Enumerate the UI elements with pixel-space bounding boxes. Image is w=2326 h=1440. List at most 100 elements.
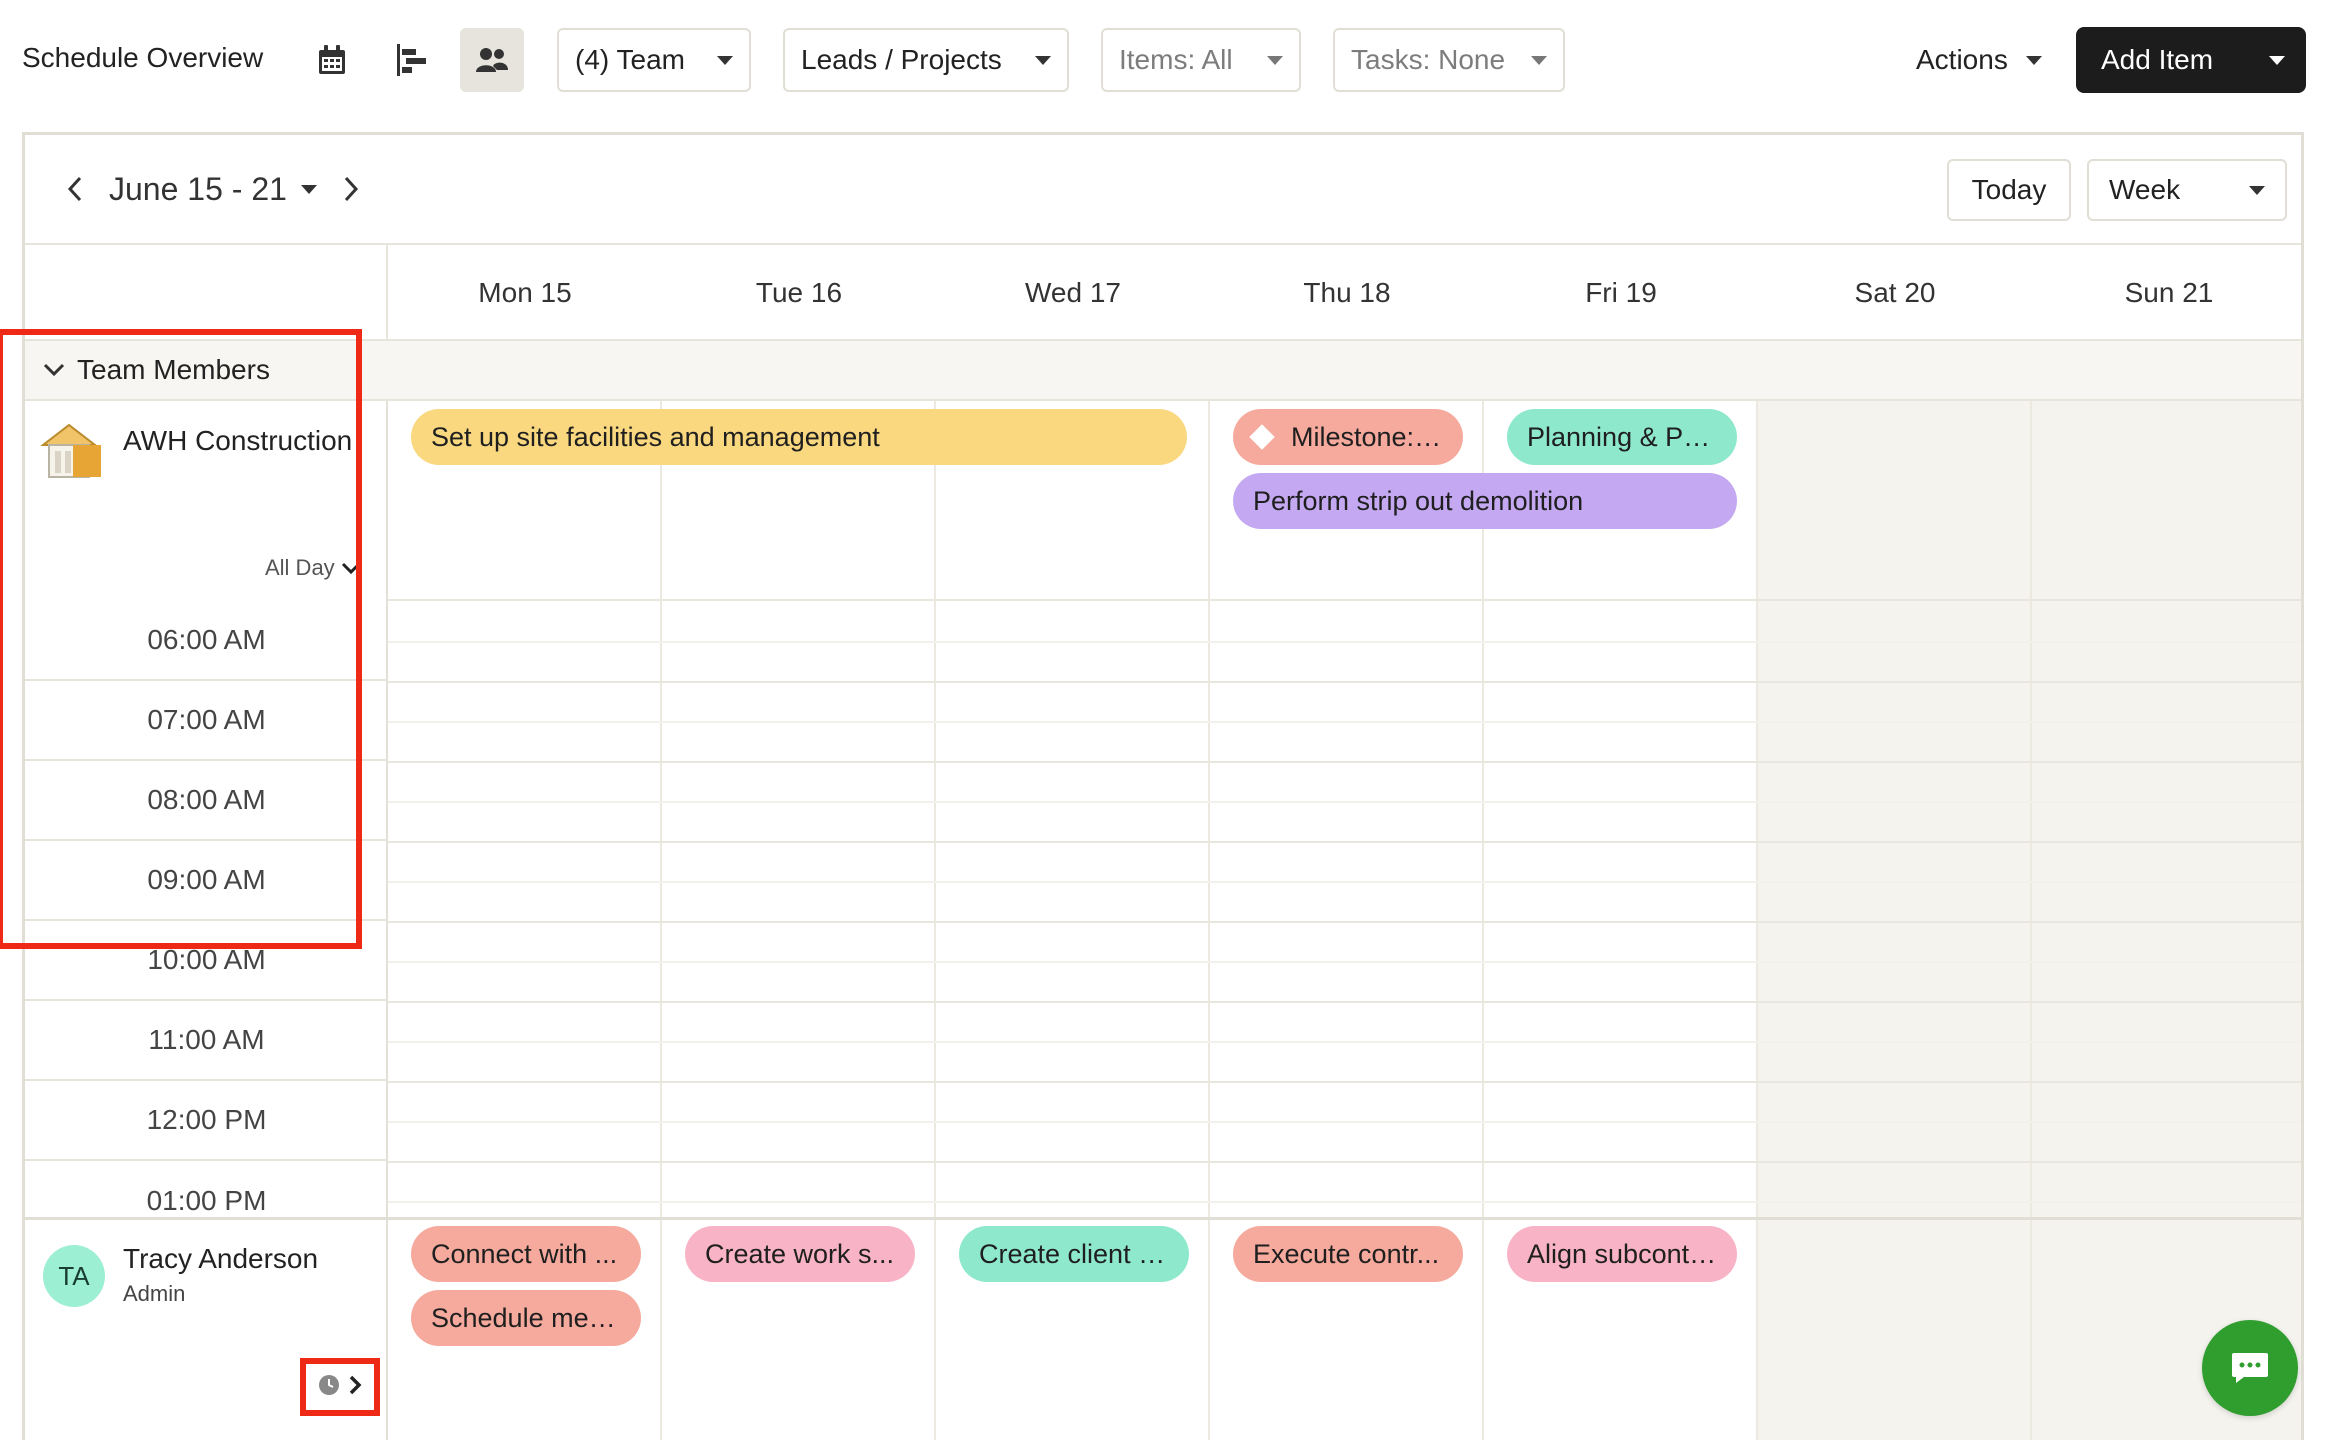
resource-separator bbox=[25, 1217, 2301, 1220]
event-title: Schedule mee... bbox=[431, 1302, 621, 1333]
chevron-down-icon bbox=[2025, 55, 2042, 65]
today-button[interactable]: Today bbox=[1947, 159, 2071, 221]
day-header-thu: Thu 18 bbox=[1303, 277, 1391, 308]
half-hour-line bbox=[388, 881, 2301, 883]
chevron-right-icon bbox=[349, 1375, 362, 1395]
tasks-filter-label: Tasks: None bbox=[1351, 44, 1506, 75]
chat-button[interactable] bbox=[2202, 1320, 2298, 1416]
chevron-right-icon bbox=[344, 176, 359, 202]
toolbar: Schedule Overview (4) Team Leads / Proje… bbox=[0, 0, 2326, 120]
event-pill[interactable]: Set up site facilities and management bbox=[411, 409, 1187, 465]
resource-name: Tracy Anderson bbox=[123, 1243, 319, 1274]
page-title: Schedule Overview bbox=[22, 42, 264, 73]
add-item-menu-toggle[interactable] bbox=[2248, 27, 2306, 93]
day-header-tue: Tue 16 bbox=[755, 277, 843, 308]
hour-line bbox=[388, 921, 2301, 923]
hour-line bbox=[388, 841, 2301, 843]
half-hour-line bbox=[388, 1121, 2301, 1123]
hour-line bbox=[388, 761, 2301, 763]
event-title: Milestone: ... bbox=[1291, 421, 1443, 452]
team-filter-label: (4) Team bbox=[575, 44, 685, 75]
date-range-picker[interactable]: June 15 - 21 bbox=[109, 171, 317, 208]
time-slot: 12:00 PM bbox=[25, 1081, 388, 1161]
day-header-wed: Wed 17 bbox=[1025, 277, 1121, 308]
milestone-diamond-icon bbox=[1249, 424, 1275, 450]
day-header-row: Mon 15 Tue 16 Wed 17 Thu 18 Fri 19 Sat 2… bbox=[25, 245, 2301, 341]
tasks-filter-dropdown[interactable]: Tasks: None bbox=[1333, 28, 1565, 92]
resource-grid: AWH Construction All Day Set up site fac… bbox=[0, 329, 2301, 1440]
event-pill[interactable]: Perform strip out demolition bbox=[1233, 473, 1737, 529]
team-filter-dropdown[interactable]: (4) Team bbox=[557, 28, 751, 92]
resource-role: Admin bbox=[123, 1281, 186, 1306]
actions-label: Actions bbox=[1916, 44, 2008, 75]
date-range-label: June 15 - 21 bbox=[109, 171, 287, 207]
row-divider bbox=[388, 599, 2301, 601]
leads-projects-label: Leads / Projects bbox=[801, 44, 1002, 75]
team-view-button[interactable] bbox=[460, 28, 524, 92]
actions-dropdown[interactable]: Actions bbox=[1916, 28, 2042, 92]
chevron-down-icon bbox=[2249, 185, 2265, 195]
calendar-icon bbox=[319, 45, 345, 74]
event-pill[interactable]: Execute contr... bbox=[1233, 1226, 1463, 1282]
chevron-down-icon bbox=[300, 185, 317, 194]
add-item-label: Add Item bbox=[2101, 44, 2214, 75]
time-slot: 11:00 AM bbox=[25, 1001, 388, 1081]
avatar: TA bbox=[43, 1245, 105, 1307]
half-hour-line bbox=[388, 721, 2301, 723]
hour-line bbox=[388, 681, 2301, 683]
event-title: Create work s... bbox=[705, 1238, 895, 1269]
hour-line bbox=[388, 1001, 2301, 1003]
event-title: Set up site facilities and management bbox=[431, 421, 880, 452]
half-hour-line bbox=[388, 1041, 2301, 1043]
next-week-button[interactable] bbox=[333, 171, 369, 207]
event-pill[interactable]: Planning & Per... bbox=[1507, 409, 1737, 465]
time-slot: 01:00 PM bbox=[146, 1185, 267, 1216]
items-filter-label: Items: All bbox=[1119, 44, 1233, 75]
add-item-button[interactable]: Add Item bbox=[2076, 27, 2306, 93]
chevron-left-icon bbox=[67, 176, 82, 202]
chevron-down-icon bbox=[1531, 55, 1547, 65]
day-header-fri: Fri 19 bbox=[1585, 277, 1657, 308]
team-members-group-header[interactable]: Team Members bbox=[25, 341, 2301, 401]
gantt-icon bbox=[397, 44, 426, 76]
event-title: Perform strip out demolition bbox=[1253, 485, 1584, 516]
hour-line bbox=[388, 1081, 2301, 1083]
time-column-highlight bbox=[0, 329, 362, 949]
half-hour-line bbox=[388, 1201, 2301, 1203]
chevron-down-icon bbox=[1035, 55, 1051, 65]
event-title: Connect with ... bbox=[431, 1238, 618, 1269]
previous-week-button[interactable] bbox=[57, 171, 93, 207]
half-hour-line bbox=[388, 801, 2301, 803]
day-header-mon: Mon 15 bbox=[478, 277, 572, 308]
half-hour-line bbox=[388, 961, 2301, 963]
event-title: Create client p... bbox=[979, 1238, 1169, 1269]
items-filter-dropdown[interactable]: Items: All bbox=[1101, 28, 1301, 92]
half-hour-line bbox=[388, 641, 2301, 643]
calendar-view-button[interactable] bbox=[300, 28, 364, 92]
team-icon bbox=[476, 48, 508, 72]
event-pill[interactable]: Create work s... bbox=[685, 1226, 915, 1282]
milestone-pill[interactable]: Milestone: ... bbox=[1233, 409, 1463, 465]
event-pill[interactable]: Align subcontr... bbox=[1507, 1226, 1737, 1282]
clock-icon bbox=[319, 1375, 339, 1395]
day-header-corner bbox=[25, 245, 388, 339]
show-times-toggle[interactable] bbox=[318, 1374, 362, 1396]
event-title: Planning & Per... bbox=[1527, 421, 1717, 452]
gantt-view-button[interactable] bbox=[380, 28, 444, 92]
event-pill[interactable]: Schedule mee... bbox=[411, 1290, 641, 1346]
event-pill[interactable]: Create client p... bbox=[959, 1226, 1189, 1282]
chat-icon bbox=[2232, 1353, 2268, 1383]
day-header-sun: Sun 21 bbox=[2124, 277, 2214, 308]
hour-line bbox=[388, 1161, 2301, 1163]
view-select[interactable]: Week bbox=[2087, 159, 2287, 221]
chevron-down-icon bbox=[2269, 55, 2285, 65]
event-title: Align subcontr... bbox=[1527, 1238, 1717, 1269]
day-header-sat: Sat 20 bbox=[1854, 277, 1936, 308]
calendar-header: June 15 - 21 Today Week bbox=[25, 135, 2301, 245]
schedule-calendar: June 15 - 21 Today Week Mon 15 Tue 16 We… bbox=[0, 132, 2304, 1440]
chevron-down-icon bbox=[717, 55, 733, 65]
event-title: Execute contr... bbox=[1253, 1238, 1440, 1269]
event-pill[interactable]: Connect with ... bbox=[411, 1226, 641, 1282]
leads-projects-dropdown[interactable]: Leads / Projects bbox=[783, 28, 1069, 92]
chevron-down-icon bbox=[1267, 55, 1283, 65]
